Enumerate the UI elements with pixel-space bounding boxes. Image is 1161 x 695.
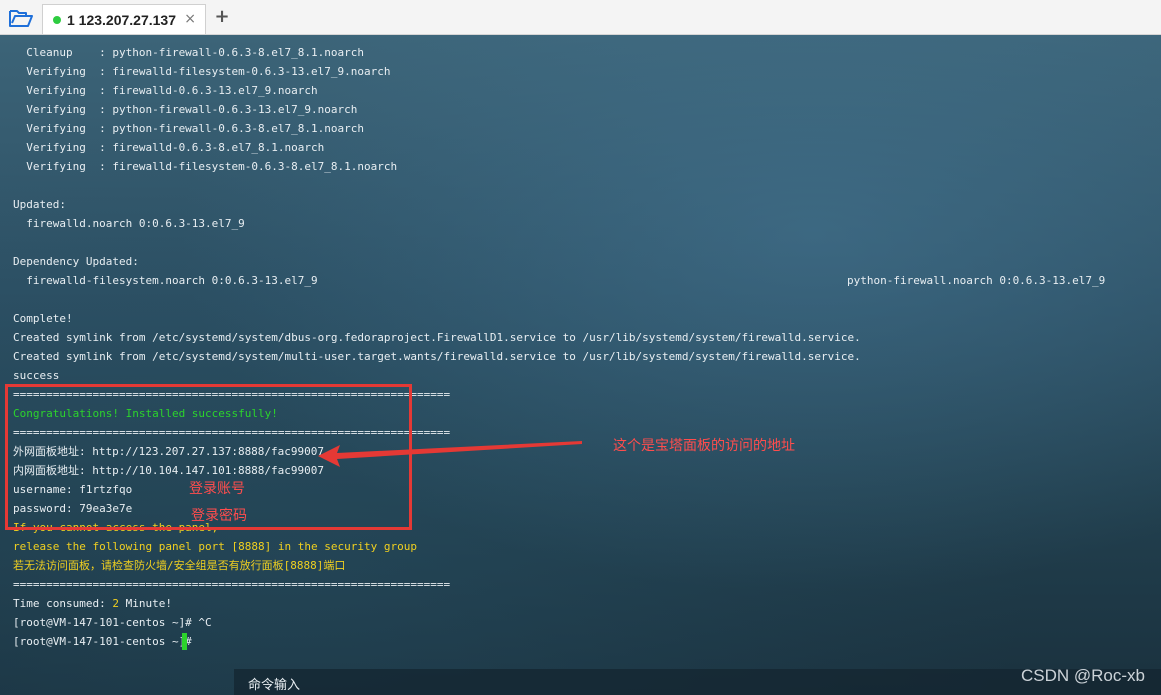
terminal-output[interactable]: Cleanup : python-firewall-0.6.3-8.el7_8.…	[0, 35, 1161, 695]
tab-title: 1 123.207.27.137	[67, 11, 176, 28]
close-icon[interactable]: ×	[184, 11, 196, 27]
arrow-icon	[318, 441, 582, 467]
tab-bar: 1 123.207.27.137 × +	[0, 0, 1161, 35]
open-folder-icon[interactable]	[8, 7, 34, 29]
add-tab-icon[interactable]: +	[212, 6, 232, 28]
address-annotation: 这个是宝塔面板的访问的地址	[613, 438, 795, 454]
watermark: CSDN @Roc-xb	[1021, 666, 1145, 685]
command-input-label: 命令输入	[248, 678, 301, 693]
connected-status-icon	[53, 15, 61, 24]
password-annotation: 登录密码	[191, 508, 247, 524]
account-annotation: 登录账号	[189, 481, 245, 497]
tab-session[interactable]: 1 123.207.27.137 ×	[42, 4, 206, 34]
